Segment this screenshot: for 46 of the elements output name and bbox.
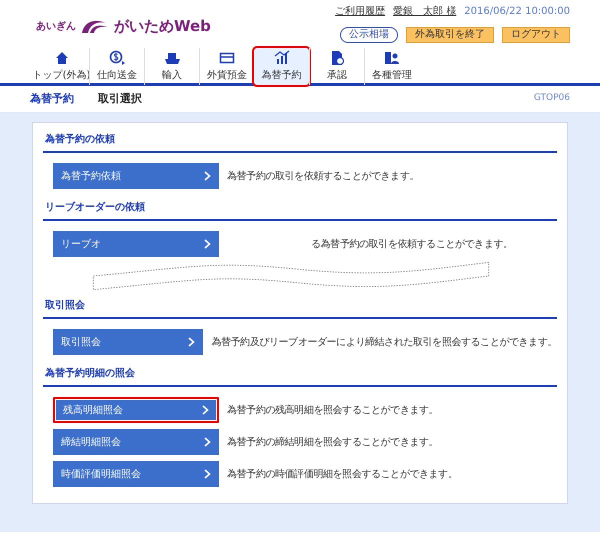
- nav-tab[interactable]: 仕向送金: [89, 48, 144, 85]
- description: 為替予約の残高明細を照会することができます。: [227, 404, 438, 418]
- chevron-icon: [204, 469, 211, 479]
- section-title: 為替予約: [30, 90, 74, 107]
- section-heading: 取引照会: [43, 293, 557, 319]
- page-title: 取引選択: [98, 90, 142, 107]
- section-heading: 為替予約明細の照会: [43, 361, 557, 387]
- menu-button[interactable]: 残高明細照会: [53, 397, 219, 423]
- person-icon: [384, 50, 400, 66]
- user-name: 愛銀 太郎 様: [393, 4, 456, 19]
- description: 為替予約及びリーブオーダーにより締結された取引を照会することができます。: [211, 336, 557, 350]
- header-button[interactable]: 公示相場: [340, 27, 398, 43]
- screen-id: GTOP06: [534, 92, 570, 106]
- description: 為替予約の時価評価明細を照会することができます。: [227, 468, 458, 482]
- login-datetime: 2016/06/22 10:00:00: [464, 5, 570, 19]
- chevron-icon: [204, 239, 211, 249]
- nav-tab[interactable]: 各種管理: [364, 48, 419, 85]
- nav-tab[interactable]: 輸入: [144, 48, 199, 85]
- chevron-icon: [188, 337, 196, 347]
- nav-tab[interactable]: 承認: [309, 48, 364, 85]
- description: る為替予約の取引を依頼することができます。: [311, 238, 513, 252]
- header-button[interactable]: ログアウト: [502, 27, 570, 43]
- header-button[interactable]: 外為取引を終了: [406, 27, 494, 43]
- document-icon: [329, 50, 345, 66]
- chevron-icon: [204, 171, 211, 181]
- dollar-coin-icon: [109, 50, 125, 66]
- menu-button[interactable]: 締結明細照会: [53, 429, 219, 455]
- card-icon: [219, 50, 235, 66]
- bar-chart-icon: [274, 50, 290, 66]
- menu-button[interactable]: 為替予約依頼: [53, 163, 219, 189]
- chevron-icon: [204, 437, 211, 447]
- ship-icon: [164, 50, 180, 66]
- nav-tab[interactable]: 為替予約: [254, 48, 309, 85]
- history-link[interactable]: ご利用履歴: [335, 4, 386, 19]
- description: 為替予約の締結明細を照会することができます。: [227, 436, 438, 450]
- logo-title: がいためWeb: [114, 16, 211, 37]
- chevron-icon: [202, 405, 209, 415]
- menu-button[interactable]: 時価評価明細照会: [53, 461, 219, 487]
- menu-button[interactable]: リーブオ: [53, 231, 219, 257]
- logo-icon: [80, 18, 110, 34]
- menu-button[interactable]: 取引照会: [53, 329, 204, 355]
- section-heading: 為替予約の依頼: [43, 127, 557, 153]
- description: 為替予約の取引を依頼することができます。: [227, 170, 420, 184]
- home-icon: [54, 50, 70, 66]
- logo-text: あいぎん: [36, 20, 76, 34]
- section-heading: リーブオーダーの依頼: [43, 195, 557, 221]
